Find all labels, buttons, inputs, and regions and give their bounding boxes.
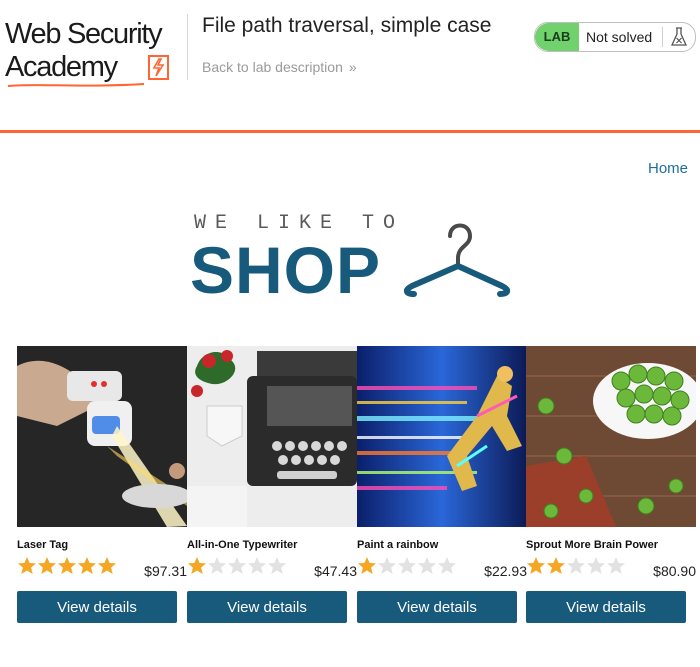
star-filled-icon — [78, 557, 96, 574]
star-empty-icon — [607, 557, 625, 574]
double-chevron-right-icon: » — [348, 59, 357, 75]
star-empty-icon — [228, 557, 246, 574]
product-price: $47.43 — [314, 563, 357, 579]
lab-title: File path traversal, simple case — [202, 14, 492, 37]
star-filled-icon — [58, 557, 76, 574]
status-separator — [662, 27, 663, 47]
star-rating — [187, 556, 307, 576]
product-price: $97.31 — [144, 563, 187, 579]
clothes-hanger-icon — [404, 223, 510, 297]
logo-text-line2: Academy — [5, 51, 118, 83]
product-name: Laser Tag — [17, 539, 69, 551]
hero-title: SHOP — [190, 233, 382, 307]
view-details-button[interactable]: View details — [187, 591, 347, 623]
product-name: All-in-One Typewriter — [187, 539, 298, 551]
star-filled-icon — [98, 557, 116, 574]
typewriter-image — [187, 346, 357, 527]
view-details-button[interactable]: View details — [526, 591, 686, 623]
rainbow-runner-image — [357, 346, 527, 527]
star-empty-icon — [268, 557, 286, 574]
star-filled-icon — [18, 557, 36, 574]
back-link-label: Back to lab description — [202, 59, 343, 75]
header-divider — [187, 14, 188, 80]
logo-underline — [7, 83, 145, 87]
lab-status-widget: LAB Not solved — [534, 22, 696, 52]
product-price: $80.90 — [653, 563, 696, 579]
star-rating — [526, 556, 646, 576]
view-details-button[interactable]: View details — [357, 591, 517, 623]
view-details-button[interactable]: View details — [17, 591, 177, 623]
star-filled-icon — [188, 557, 206, 574]
product-price: $22.93 — [484, 563, 527, 579]
header-accent-rule — [0, 130, 700, 133]
lab-badge: LAB — [535, 23, 579, 51]
star-empty-icon — [418, 557, 436, 574]
star-empty-icon — [248, 557, 266, 574]
laser-tag-image — [17, 346, 187, 527]
academy-logo[interactable]: Web Security Academy — [5, 18, 185, 87]
star-empty-icon — [438, 557, 456, 574]
star-empty-icon — [378, 557, 396, 574]
star-empty-icon — [398, 557, 416, 574]
back-to-lab-description-link[interactable]: Back to lab description » — [202, 59, 357, 75]
star-filled-icon — [527, 557, 545, 574]
home-link[interactable]: Home — [648, 160, 688, 177]
star-empty-icon — [208, 557, 226, 574]
sprouts-image — [526, 346, 696, 527]
logo-flash-icon — [148, 55, 169, 80]
star-filled-icon — [358, 557, 376, 574]
lab-header: Web Security Academy File path traversal… — [0, 0, 700, 130]
star-empty-icon — [567, 557, 585, 574]
logo-text-line1: Web Security — [5, 18, 163, 50]
product-name: Sprout More Brain Power — [526, 539, 659, 551]
star-rating — [17, 556, 137, 576]
lab-status-text: Not solved — [586, 29, 653, 45]
star-rating — [357, 556, 477, 576]
star-filled-icon — [547, 557, 565, 574]
product-name: Paint a rainbow — [357, 539, 439, 551]
star-filled-icon — [38, 557, 56, 574]
star-empty-icon — [587, 557, 605, 574]
flask-icon — [670, 27, 688, 46]
